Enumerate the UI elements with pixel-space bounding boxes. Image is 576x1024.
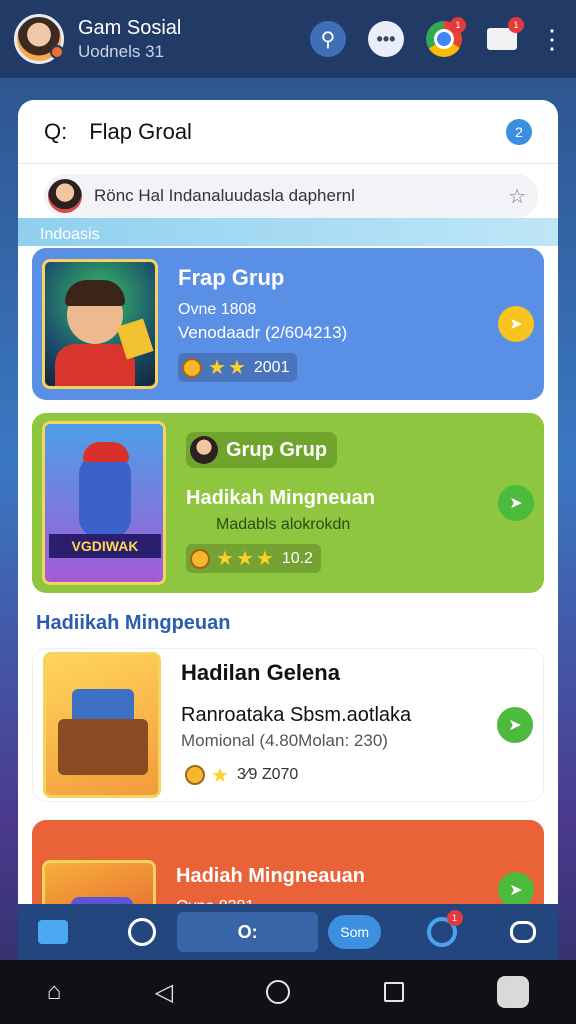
card-title: Hadiah Mingneauan (176, 864, 365, 887)
search-input[interactable]: Flap Groal (89, 119, 192, 145)
card-info: Frap Grup Ovne 1808 Venodaadr (2/604213)… (178, 265, 488, 383)
favorite-star-icon[interactable]: ☆ (508, 184, 526, 209)
chip-text: Rönc Hal Indanaluudasla daphernl (94, 186, 355, 205)
rating-badge: ★ 3⁄9 Z070 (181, 761, 306, 790)
card-info: Grup Grup Hadikah Mingneuan Madabls alok… (186, 432, 488, 574)
app-header: Gam Sosial Uodnels 31 ⚲ ••• 1 1 ⋮ (0, 0, 576, 78)
game-thumbnail: VGDIWAK (42, 421, 166, 585)
group-card-3[interactable]: Hadilan Gelena Ranroataka Sbsm.aotlaka M… (32, 648, 544, 802)
header-titles: Gam Sosial Uodnels 31 (78, 17, 181, 62)
rating-badge: ★ ★ ★ 10.2 (186, 544, 321, 574)
send-button[interactable]: ➤ (498, 872, 534, 908)
chip-avatar (48, 179, 82, 213)
send-button[interactable]: ➤ (498, 485, 534, 521)
tab-key[interactable]: O: (176, 912, 319, 952)
home-circle-icon[interactable] (266, 980, 291, 1004)
section-title: Hadiikah Mingpeuan (36, 612, 231, 634)
tab-game[interactable]: Som (328, 915, 382, 949)
home-icon (37, 920, 68, 944)
chrome-badge: 1 (450, 17, 466, 33)
card-line1: Ovne 1808 (178, 301, 257, 319)
card-headline: Hadikah Mingneuan (186, 487, 375, 510)
card-title: Hadilan Gelena (181, 659, 340, 685)
help-icon[interactable]: 2 (506, 118, 532, 145)
more-icon[interactable]: ••• (368, 21, 404, 57)
profile-icon (128, 918, 157, 946)
tab-browser[interactable]: 1 (421, 910, 463, 954)
tab-profile[interactable] (121, 910, 162, 954)
send-button[interactable]: ➤ (497, 707, 533, 743)
browser-badge: 1 (446, 910, 463, 926)
app-title: Gam Sosial (78, 16, 182, 39)
game-thumbnail (43, 652, 161, 798)
send-button[interactable]: ➤ (498, 306, 534, 342)
bottom-tab-bar: O: Som 1 (18, 904, 558, 960)
profile-avatar[interactable] (14, 14, 64, 64)
search-icon[interactable]: ⚲ (310, 21, 346, 57)
mail-badge: 1 (508, 17, 524, 33)
rating-value: 2001 (253, 358, 290, 376)
tag-avatar (190, 436, 218, 465)
app-subtitle: Uodnels 31 (78, 41, 165, 61)
coin-icon (185, 765, 205, 786)
kebab-menu-icon[interactable]: ⋮ (539, 21, 565, 57)
system-nav-bar: ⌂ ◁ (0, 960, 576, 1024)
thumb-logo: VGDIWAK (49, 534, 161, 558)
card-info: Hadilan Gelena Ranroataka Sbsm.aotlaka M… (181, 660, 487, 791)
card-title: Frap Grup (178, 265, 285, 291)
rating-value: 10.2 (281, 549, 313, 567)
card-line1: Ranroataka Sbsm.aotlaka (181, 703, 412, 726)
tag-label: Grup Grup (226, 438, 328, 461)
section-strip: Indoasis (18, 218, 558, 246)
recents-icon[interactable] (383, 982, 404, 1002)
star-icon: ★ (235, 548, 254, 571)
star-icon: ★ (255, 548, 274, 571)
card-line2: Momional (4.80Molan: 230) (181, 730, 388, 750)
star-icon: ★ (216, 548, 234, 571)
search-bar[interactable]: Q: Flap Groal 2 (18, 100, 558, 164)
group-tag: Grup Grup (186, 432, 338, 469)
rating-badge: ★ ★ 2001 (178, 353, 298, 383)
group-card-2[interactable]: VGDIWAK Grup Grup Hadikah Mingneuan Mada… (32, 413, 544, 593)
chrome-icon[interactable]: 1 (426, 17, 466, 57)
coin-icon (182, 357, 202, 378)
status-dot (50, 45, 64, 59)
coin-icon (190, 548, 210, 569)
star-icon: ★ (211, 764, 229, 787)
star-icon: ★ (208, 357, 226, 380)
main-panel: Q: Flap Groal 2 Rönc Hal Indanaluudasla … (18, 100, 558, 960)
star-icon: ★ (227, 357, 246, 380)
search-prefix: Q: (44, 118, 68, 144)
mail-icon[interactable]: 1 (484, 17, 524, 57)
tab-home[interactable] (32, 910, 73, 954)
rating-value: 3⁄9 Z070 (236, 766, 299, 784)
tab-chat[interactable] (503, 910, 544, 954)
suggestion-chip[interactable]: Rönc Hal Indanaluudasla daphernl ☆ (44, 174, 538, 218)
home-nav-icon[interactable]: ⌂ (47, 978, 62, 1006)
assistant-icon[interactable] (497, 976, 530, 1008)
back-nav-icon[interactable]: ◁ (155, 978, 173, 1007)
chat-icon (510, 921, 537, 943)
card-line2: Venodaadr (2/604213) (178, 323, 348, 343)
game-thumbnail (42, 259, 158, 389)
card-subtext: Madabls alokrokdn (216, 516, 351, 534)
group-card-1[interactable]: Frap Grup Ovne 1808 Venodaadr (2/604213)… (32, 248, 544, 400)
header-actions: ⚲ ••• 1 1 ⋮ (310, 17, 565, 57)
